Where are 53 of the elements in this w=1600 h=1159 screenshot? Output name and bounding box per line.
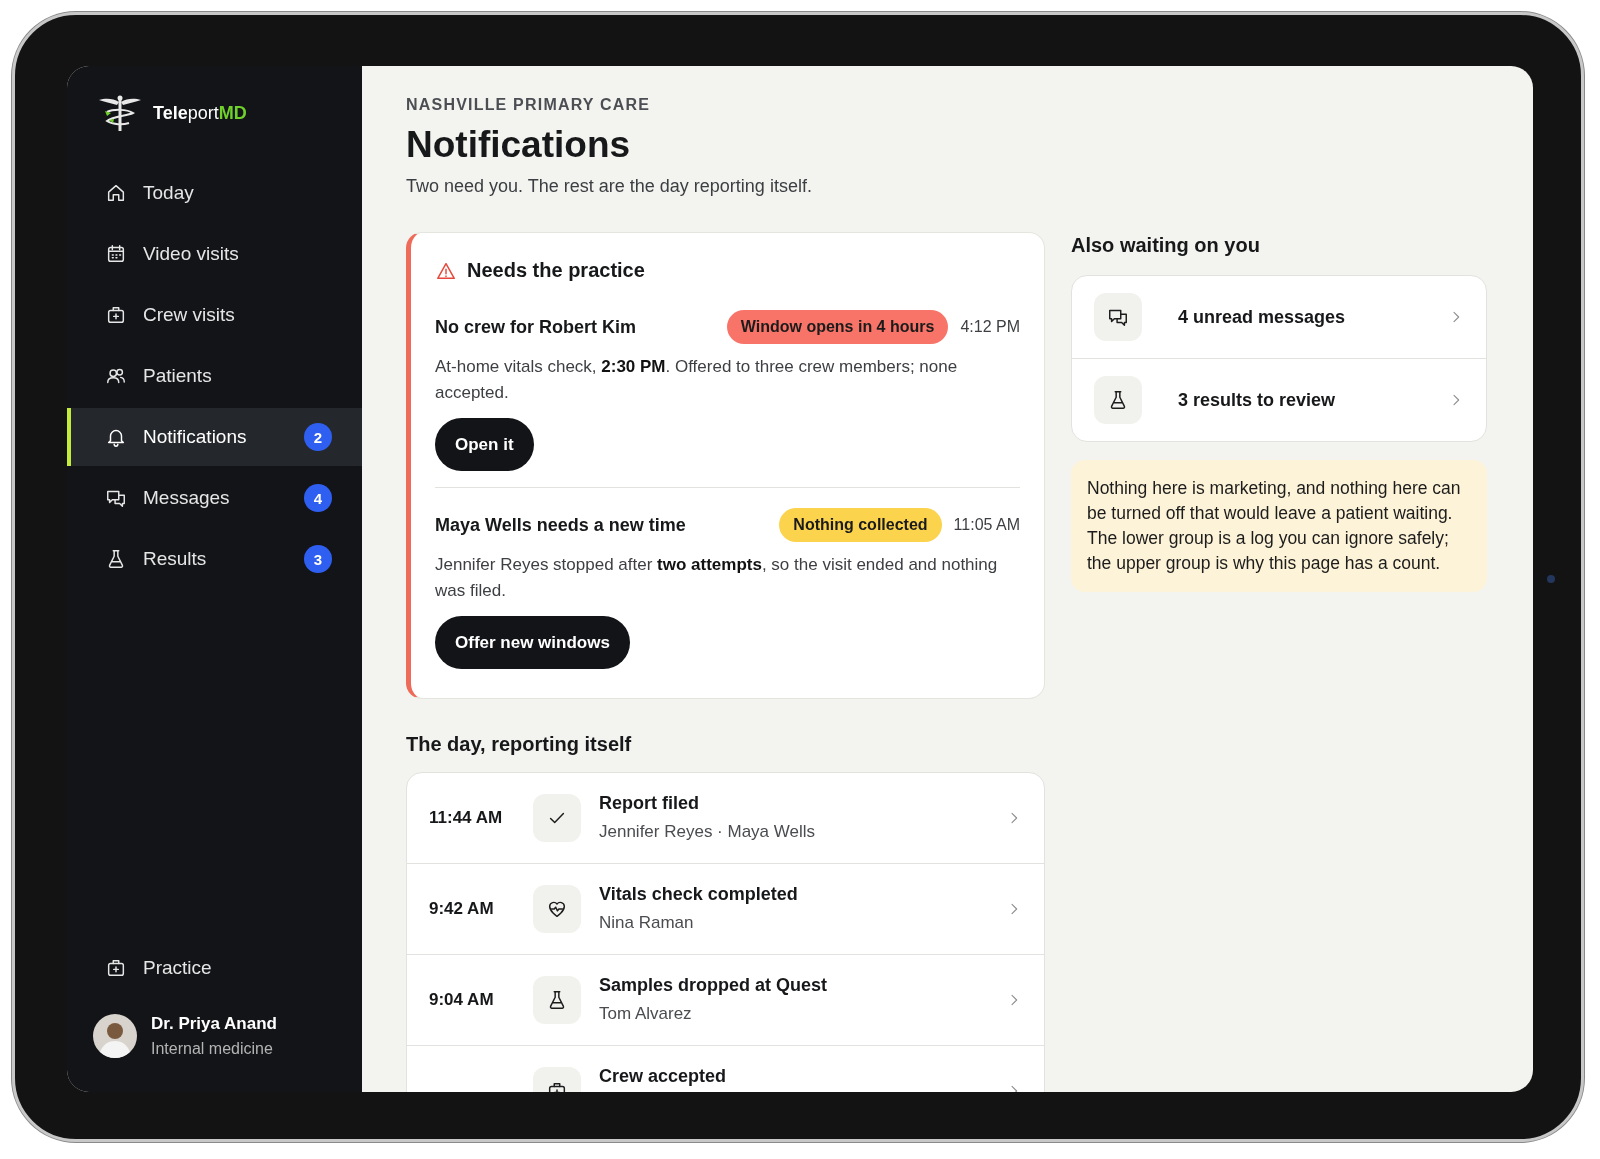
card-title: Needs the practice — [467, 259, 645, 282]
alert-title: Maya Wells needs a new time — [435, 514, 687, 536]
status-tag: Nothing collected — [779, 508, 942, 542]
activity-row[interactable]: 9:04 AM Samples dropped at Quest Tom Alvarez — [407, 955, 1044, 1046]
calendar-icon — [105, 243, 127, 265]
alert-title: No crew for Robert Kim — [435, 316, 638, 338]
alert-description: Jennifer Reyes stopped after two attempts, so the visit ended and nothing was filed. — [435, 554, 999, 602]
brand-name: TeleportMD — [153, 102, 247, 124]
nav-item[interactable]: Crew visits — [67, 286, 362, 344]
page-subtitle: Two need you. The rest are the day reporting itself. — [406, 176, 813, 197]
activity-time: 11:44 AM — [429, 808, 503, 827]
camera-icon — [1547, 575, 1555, 583]
briefcase-icon — [105, 304, 127, 326]
practice-name: NASHVILLE PRIMARY CARE — [406, 96, 652, 114]
nav-item[interactable]: Messages 4 — [67, 469, 362, 527]
activity-detail: Tom Alvarez — [599, 1004, 693, 1024]
info-note: Nothing here is marketing, and nothing here can be turned off that would leave a patient waiting. The lower group is a log you can ignore safely; the upper group is why this page has a count. — [1071, 460, 1487, 592]
status-tag: Window opens in 4 hours — [726, 310, 949, 344]
action-button[interactable]: Open it — [435, 418, 534, 471]
nav-item[interactable]: Video visits — [67, 225, 362, 283]
activity-title: Vitals check completed — [599, 884, 799, 905]
briefcase-icon — [105, 957, 127, 979]
alert-description: At-home vitals check, 2:30 PM. Offered to three crew members; none accepted. — [435, 356, 959, 404]
section-title: Also waiting on you — [1071, 234, 1261, 257]
activity-row[interactable]: 11:44 AM Report filed Jennifer Reyes · Maya Wells — [407, 773, 1044, 864]
nav-item[interactable]: Notifications 2 — [67, 408, 362, 466]
nav-item[interactable]: Today — [67, 164, 362, 222]
activity-detail: Nina Raman — [599, 913, 695, 933]
activity-title: Report filed — [599, 793, 700, 814]
user-name: Dr. Priya Anand — [151, 1014, 277, 1034]
activity-title: Crew accepted — [599, 1066, 728, 1087]
nav-item[interactable]: Practice — [67, 939, 362, 997]
section-title: The day, reporting itself — [406, 733, 633, 756]
activity-time: 9:42 AM — [429, 899, 494, 918]
home-icon — [105, 182, 127, 204]
page-title: Notifications — [406, 124, 632, 166]
activity-title: Samples dropped at Quest — [599, 975, 829, 996]
activity-row[interactable]: 9:42 AM Vitals check completed Nina Raman — [407, 864, 1044, 955]
activity-detail: Jennifer Reyes · Maya Wells — [599, 822, 817, 842]
count-badge: 4 — [304, 484, 332, 512]
alert-time: 4:12 PM — [960, 318, 1020, 336]
activity-time: 9:04 AM — [429, 990, 494, 1009]
waiting-row[interactable]: 3 results to review — [1072, 358, 1486, 441]
waiting-row[interactable]: 4 unread messages — [1072, 276, 1486, 358]
nav-item[interactable]: Results 3 — [67, 530, 362, 588]
action-button[interactable]: Offer new windows — [435, 616, 630, 669]
activity-row[interactable]: Crew accepted — [407, 1046, 1044, 1092]
alert-time: 11:05 AM — [953, 516, 1020, 534]
count-badge: 3 — [304, 545, 332, 573]
avatar — [93, 1014, 137, 1058]
user-role: Internal medicine — [151, 1040, 274, 1058]
count-badge: 2 — [304, 423, 332, 451]
nav-item[interactable]: Patients — [67, 347, 362, 405]
